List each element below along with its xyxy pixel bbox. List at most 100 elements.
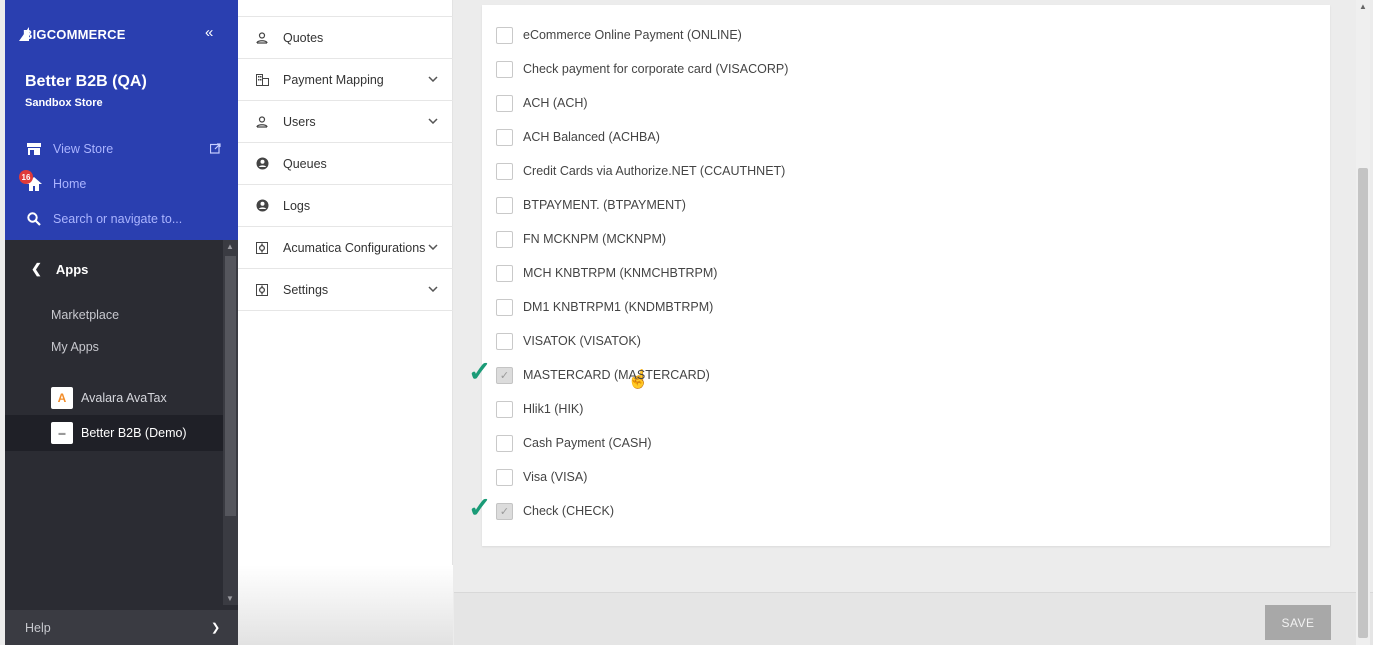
payment-method-checkbox[interactable]	[496, 434, 513, 452]
account-circle-icon	[255, 157, 269, 170]
payment-method-label: DM1 KNBTRPM1 (KNDMBTRPM)	[523, 300, 714, 314]
payment-method-label: BTPAYMENT. (BTPAYMENT)	[523, 198, 686, 212]
payment-method-row[interactable]: ✓ Check (CHECK)	[496, 500, 614, 522]
marketplace-link[interactable]: Marketplace	[51, 308, 119, 322]
payment-method-row[interactable]: ACH (ACH)	[496, 92, 588, 114]
payment-method-checkbox[interactable]	[496, 196, 513, 214]
payment-method-checkbox[interactable]	[496, 128, 513, 146]
nav-item-payment-mapping[interactable]: Payment Mapping	[238, 59, 453, 101]
nav-item-users[interactable]: Users	[238, 101, 453, 143]
payment-method-checkbox[interactable]	[496, 332, 513, 350]
chevron-down-icon[interactable]	[428, 116, 438, 127]
app-avalara-avatax[interactable]: A Avalara AvaTax	[5, 380, 223, 416]
view-store-label: View Store	[53, 142, 114, 156]
apps-back-button[interactable]: ❮ Apps	[31, 261, 88, 277]
payment-method-row[interactable]: ✓ MASTERCARD (MASTERCARD)	[496, 364, 710, 386]
nav-item-label: Logs	[283, 198, 311, 213]
nav-item-logs[interactable]: Logs	[238, 185, 453, 227]
payment-method-row[interactable]: eCommerce Online Payment (ONLINE)	[496, 24, 742, 46]
payment-method-row[interactable]: BTPAYMENT. (BTPAYMENT)	[496, 194, 686, 216]
annotation-checkmark-icon: ✓	[468, 356, 492, 387]
bigcommerce-logo[interactable]: BIGCOMMERCE	[19, 24, 126, 44]
payment-method-checkbox[interactable]	[496, 60, 513, 78]
chevron-left-icon: ❮	[31, 261, 42, 276]
search-nav-input[interactable]: Search or navigate to...	[25, 212, 182, 226]
scrollbar-thumb[interactable]	[225, 256, 236, 516]
app-label: Better B2B (Demo)	[81, 426, 187, 440]
chevron-down-icon[interactable]	[428, 242, 438, 253]
user-icon	[255, 31, 269, 44]
chevron-down-icon[interactable]	[428, 74, 438, 85]
app-label: Avalara AvaTax	[81, 391, 167, 405]
external-link-icon[interactable]	[209, 143, 221, 157]
sidebar-scrollbar[interactable]: ▲ ▼	[223, 240, 238, 605]
view-store-link[interactable]: View Store	[25, 142, 113, 156]
payment-method-checkbox[interactable]	[496, 162, 513, 180]
payment-method-checkbox[interactable]	[496, 468, 513, 486]
payment-method-label: VISATOK (VISATOK)	[523, 334, 641, 348]
bigcommerce-sidebar: BIGCOMMERCE « Better B2B (QA) Sandbox St…	[5, 0, 238, 645]
payment-method-label: ACH (ACH)	[523, 96, 588, 110]
payment-method-row[interactable]: Cash Payment (CASH)	[496, 432, 652, 454]
better-b2b-icon: ▬	[51, 422, 73, 444]
payment-method-row[interactable]: Hlik1 (HIK)	[496, 398, 583, 420]
avalara-icon: A	[51, 387, 73, 409]
brand-text: BIGCOMMERCE	[23, 26, 126, 42]
annotation-checkmark-icon: ✓	[468, 492, 492, 523]
my-apps-link[interactable]: My Apps	[51, 340, 99, 354]
collapse-sidebar-icon[interactable]: «	[205, 24, 213, 41]
nav-item-settings[interactable]: Settings	[238, 269, 453, 311]
building-icon	[255, 73, 269, 86]
account-circle-icon	[255, 199, 269, 212]
main-scrollbar[interactable]: ▲	[1356, 0, 1370, 645]
nav-item-label: Payment Mapping	[283, 72, 384, 87]
payment-method-row[interactable]: ACH Balanced (ACHBA)	[496, 126, 660, 148]
payment-method-label: Credit Cards via Authorize.NET (CCAUTHNE…	[523, 164, 786, 178]
app-better-b2b[interactable]: ▬ Better B2B (Demo)	[5, 415, 223, 451]
nav-item-label: Settings	[283, 282, 329, 297]
payment-method-label: MCH KNBTRPM (KNMCHBTRPM)	[523, 266, 718, 280]
payment-method-label: Check payment for corporate card (VISACO…	[523, 62, 789, 76]
payment-method-checkbox[interactable]	[496, 264, 513, 282]
nav-item-label: Users	[283, 114, 316, 129]
save-button[interactable]: SAVE	[1265, 605, 1331, 640]
chevron-up-icon: ❯	[211, 622, 221, 634]
home-link[interactable]: Home	[25, 177, 86, 191]
nav-item-acumatica-configurations[interactable]: Acumatica Configurations	[238, 227, 453, 269]
chevron-down-icon[interactable]	[428, 284, 438, 295]
payment-method-label: Check (CHECK)	[523, 504, 614, 518]
config-icon	[255, 283, 269, 296]
payment-method-row[interactable]: VISATOK (VISATOK)	[496, 330, 641, 352]
home-label: Home	[53, 177, 87, 191]
payment-method-label: eCommerce Online Payment (ONLINE)	[523, 28, 742, 42]
scrollbar-thumb[interactable]	[1358, 168, 1368, 638]
payment-method-checkbox[interactable]: ✓	[496, 502, 513, 520]
payment-method-checkbox[interactable]	[496, 400, 513, 418]
payment-method-row[interactable]: DM1 KNBTRPM1 (KNDMBTRPM)	[496, 296, 713, 318]
apps-label: Apps	[55, 261, 89, 277]
user-icon	[255, 115, 269, 128]
payment-method-row[interactable]: Check payment for corporate card (VISACO…	[496, 58, 788, 80]
payment-method-label: FN MCKNPM (MCKNPM)	[523, 232, 667, 246]
store-header: BIGCOMMERCE « Better B2B (QA) Sandbox St…	[5, 0, 238, 240]
scroll-down-icon[interactable]: ▼	[226, 594, 234, 603]
nav-item-queues[interactable]: Queues	[238, 143, 453, 185]
scroll-up-icon[interactable]: ▲	[226, 242, 234, 251]
payment-method-checkbox[interactable]	[496, 26, 513, 44]
nav-item-quotes[interactable]: Quotes	[238, 17, 453, 59]
payment-method-checkbox[interactable]	[496, 298, 513, 316]
scroll-up-icon[interactable]: ▲	[1359, 2, 1367, 11]
store-type: Sandbox Store	[25, 97, 103, 109]
footer-bar: SAVE	[454, 592, 1373, 645]
storefront-icon	[25, 143, 43, 155]
help-bar[interactable]: Help ❯	[5, 610, 238, 645]
payment-method-row[interactable]: FN MCKNPM (MCKNPM)	[496, 228, 666, 250]
app-navigation: Quotes Payment Mapping Users Queues Logs Acum…	[238, 0, 453, 645]
payment-method-row[interactable]: Credit Cards via Authorize.NET (CCAUTHNE…	[496, 160, 785, 182]
payment-method-row[interactable]: Visa (VISA)	[496, 466, 587, 488]
payment-method-checkbox[interactable]: ✓	[496, 366, 513, 384]
payment-method-checkbox[interactable]	[496, 230, 513, 248]
payment-method-checkbox[interactable]	[496, 94, 513, 112]
payment-method-row[interactable]: MCH KNBTRPM (KNMCHBTRPM)	[496, 262, 717, 284]
main-content: ☝ eCommerce Online Payment (ONLINE) Check…	[454, 0, 1373, 645]
